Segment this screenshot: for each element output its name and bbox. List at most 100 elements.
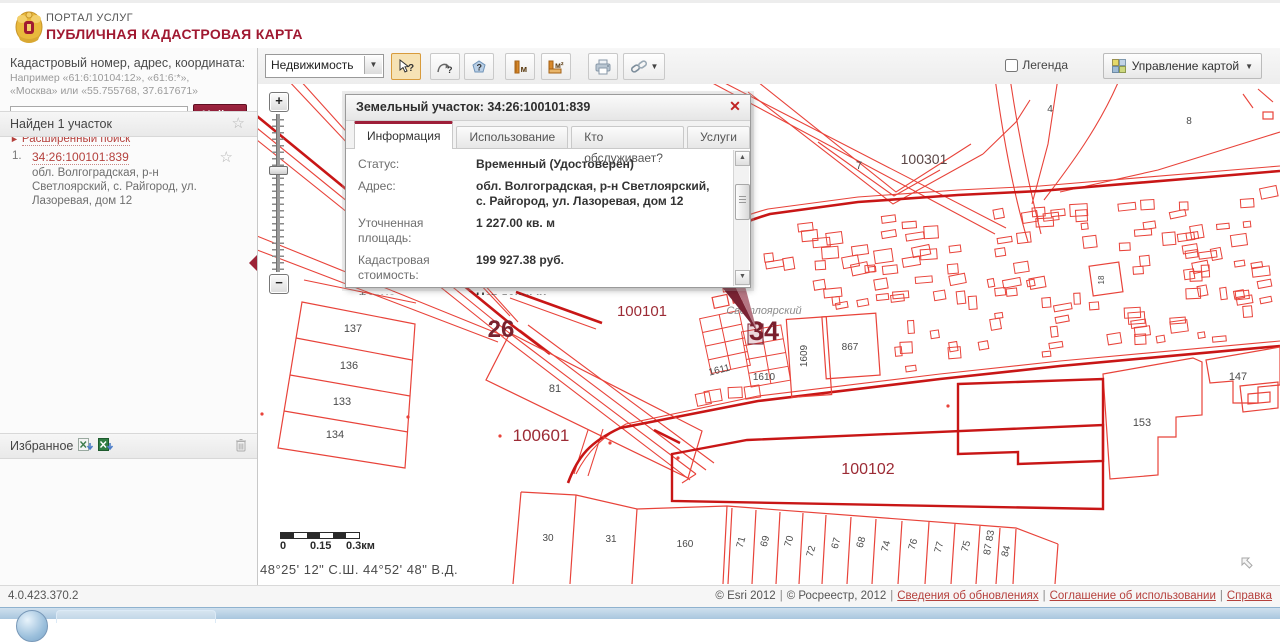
svg-text:м²: м² [555,61,564,70]
start-orb-icon[interactable] [16,610,48,642]
app-header: ПОРТАЛ УСЛУГ ПУБЛИЧНАЯ КАДАСТРОВАЯ КАРТА [0,0,1280,52]
cursor-coordinates: 48°25' 12" С.Ш. 44°52' 48" В.Д. [260,562,458,577]
map-label-70: 70 [783,534,797,548]
map-label-100301: 100301 [901,151,948,167]
map-canvas[interactable]: 1371361331342681100601100101Светлоярский… [258,84,1280,585]
updates-link[interactable]: Сведения об обновлениях [897,590,1038,602]
scroll-thumb[interactable] [735,184,750,220]
tab-services[interactable]: Услуги [687,126,750,148]
result-cadastral-link[interactable]: 34:26:100101:839 [32,150,129,165]
map-label-134: 134 [326,429,344,441]
map-point-marks [260,404,949,459]
status-bar: 4.0.423.370.2 © Esri 2012|© Росреестр, 2… [0,585,1280,608]
map-label-67: 67 [830,536,844,550]
polygon-question-icon: ? [470,59,488,75]
result-address: обл. Волгоградская, р-н Светлоярский, с.… [32,166,222,208]
map-label-8: 8 [1186,116,1192,127]
scale-bar-graphic [280,532,360,539]
map-label-31: 31 [605,534,617,545]
map-label-87-83: 87 83 [982,529,997,556]
identify-cursor-tool[interactable]: ? [391,53,421,80]
export-excel-icon[interactable] [78,438,94,452]
zoom-thumb[interactable] [269,166,288,175]
map-label-75: 75 [960,539,974,553]
printer-icon [594,59,612,75]
map-control-button[interactable]: Управление картой ▼ [1103,53,1262,79]
measure-distance-tool[interactable]: м [505,53,535,80]
popup-scrollbar[interactable]: ▲ ▼ [733,150,749,286]
scroll-up-icon[interactable]: ▲ [735,151,750,166]
svg-text:м: м [521,64,528,74]
measure-path-tool[interactable]: ? [430,53,460,80]
taskbar-button[interactable] [56,610,216,623]
favorite-all-star-icon[interactable]: ☆ [232,112,245,136]
map-label-18: 18 [1097,275,1106,284]
popup-body: Статус: Временный (Удостоверен) Адрес: о… [346,149,750,295]
agreement-link[interactable]: Соглашение об использовании [1050,590,1216,602]
path-question-icon: ? [436,59,454,75]
results-header: Найден 1 участок ☆ [0,111,257,137]
tab-who-services[interactable]: Кто обслуживает? [571,126,684,148]
app-version: 4.0.423.370.2 [8,590,78,602]
sidebar-collapse-arrow[interactable] [249,255,257,271]
map-label-136: 136 [340,360,358,372]
copyright-rosreestr: © Росреестр, 2012 [787,590,887,602]
map-label-71: 71 [735,535,749,549]
map-label-137: 137 [344,323,362,335]
north-west-arrow-icon[interactable] [1240,556,1254,570]
zoom-in-button[interactable]: + [269,92,289,112]
favorite-star-icon[interactable]: ☆ [220,148,233,166]
map-label-76: 76 [907,537,921,551]
popup-title-bar[interactable]: Земельный участок: 34:26:100101:839 ✕ [346,95,750,121]
popup-close-button[interactable]: ✕ [727,99,743,115]
portal-label: ПОРТАЛ УСЛУГ [46,12,133,24]
legend-toggle[interactable]: Легенда [1005,58,1068,72]
map-label-72: 72 [805,544,819,558]
measure-area-tool[interactable]: м² [541,53,571,80]
trash-icon[interactable] [235,438,247,452]
map-label-4: 4 [1047,104,1053,115]
sidebar: Кадастровый номер, адрес, координата: На… [0,48,258,585]
ruler-m2-icon: м² [547,59,565,75]
select-arrow-icon[interactable]: ▼ [364,56,382,74]
parcel-info-popup: Земельный участок: 34:26:100101:839 ✕ Ин… [345,94,751,288]
tab-information[interactable]: Информация [354,121,453,149]
layer-select[interactable]: Недвижимость ▼ [265,54,384,78]
link-chain-icon [630,59,648,75]
info-row-ownership: Форма собственности: Нет данных [358,290,720,295]
map-label-84: 84 [1000,544,1014,558]
link-tool[interactable]: ▼ [623,53,665,80]
map-label-147: 147 [1229,371,1247,383]
svg-text:?: ? [408,63,414,74]
page-title: ПУБЛИЧНАЯ КАДАСТРОВАЯ КАРТА [46,26,303,42]
map-label-133: 133 [333,396,351,408]
map-label-68: 68 [855,535,869,549]
search-hint-1: Например «61:6:10104:12», «61:6:*», [10,72,247,85]
large-building-outline[interactable] [958,379,1103,464]
identify-polygon-tool[interactable]: ? [464,53,494,80]
dropdown-arrow-icon: ▼ [1245,62,1253,71]
map-label-1611: 1611 [708,363,732,379]
zoom-slider[interactable]: + − [268,92,290,294]
tab-usage[interactable]: Использование [456,126,568,148]
map-label-1610: 1610 [753,372,776,383]
print-tool[interactable] [588,53,618,80]
search-hint-2: «Москва» или «55.755768, 37.617671» [10,85,247,98]
map-parcels-thick[interactable] [672,379,1103,509]
layers-grid-icon [1112,59,1126,73]
scroll-down-icon[interactable]: ▼ [735,270,750,285]
legend-checkbox[interactable] [1005,59,1018,72]
map-label-69: 69 [759,534,773,548]
info-row-area: Уточненная площадь: 1 227.00 кв. м [358,216,720,246]
help-link[interactable]: Справка [1227,590,1272,602]
result-index: 1. [12,150,22,162]
footer-links: © Esri 2012|© Росреестр, 2012|Сведения о… [715,590,1272,602]
map-label-100102: 100102 [841,461,894,478]
export-excel-green-icon[interactable] [98,438,114,452]
map-label-26: 26 [488,316,515,343]
zoom-track[interactable] [272,114,284,272]
info-row-cadastral-value: Кадастровая стоимость: 199 927.38 руб. [358,253,720,283]
map-label-100601: 100601 [513,426,570,445]
zoom-out-button[interactable]: − [269,274,289,294]
info-row-status: Статус: Временный (Удостоверен) [358,157,720,172]
